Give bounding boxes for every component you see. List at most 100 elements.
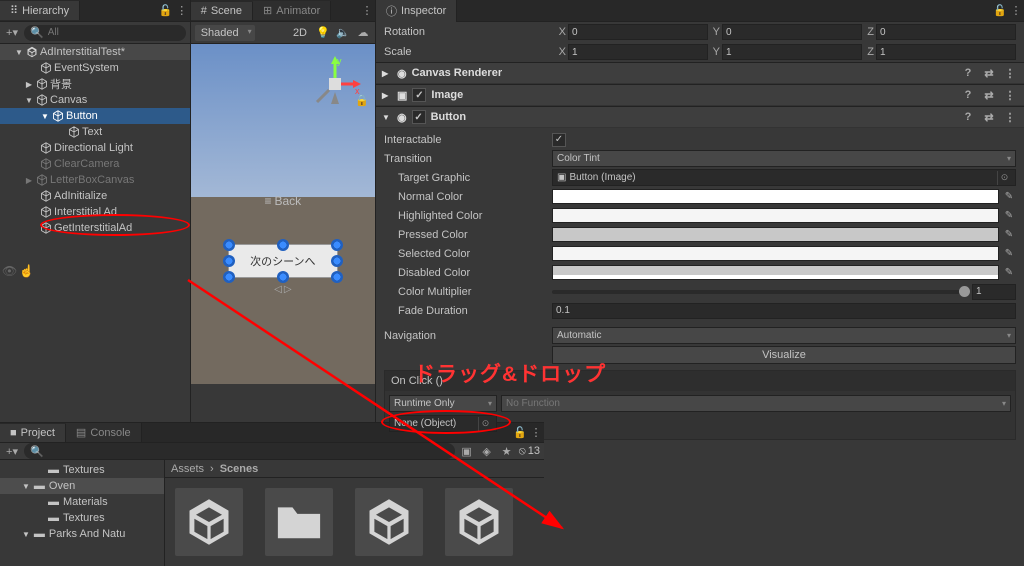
visibility-icon: ◉ — [397, 67, 407, 80]
context-menu-icon[interactable]: ⋮ — [1002, 87, 1018, 103]
button-header[interactable]: ▼◉ ✓ Button ? ⇄ ⋮ — [376, 106, 1024, 128]
pickability-icon[interactable]: ☝ — [19, 264, 34, 278]
preset-icon[interactable]: ⇄ — [981, 87, 997, 103]
normal-color-field[interactable] — [552, 189, 999, 204]
gameobject-icon — [40, 62, 52, 74]
help-icon[interactable]: ? — [960, 87, 976, 103]
favorite-icon[interactable]: ★ — [499, 443, 515, 459]
project-folder-tree[interactable]: ▬Textures ▼▬Oven ▬Materials ▬Textures ▼▬… — [0, 460, 165, 566]
image-header[interactable]: ▶▣ ✓ Image ? ⇄ ⋮ — [376, 84, 1024, 106]
transition-dropdown[interactable]: Color Tint — [552, 150, 1016, 167]
hierarchy-search-input[interactable] — [48, 27, 180, 38]
project-grid[interactable] — [165, 478, 544, 566]
filter-label-icon[interactable]: ◈ — [479, 443, 495, 459]
canvas-renderer-header[interactable]: ▶◉ Canvas Renderer ? ⇄ ⋮ — [376, 62, 1024, 84]
scene-toolbar: Shaded 2D 💡 🔈 ☁ — [191, 22, 375, 44]
context-menu-icon[interactable]: ⋮ — [174, 3, 190, 19]
add-icon[interactable]: +▾ — [4, 443, 20, 459]
multiplier-slider[interactable] — [552, 290, 965, 294]
project-search[interactable]: 🔍 — [24, 443, 455, 459]
folder-label: Parks And Natu — [49, 528, 125, 540]
context-menu-icon[interactable]: ⋮ — [1002, 109, 1018, 125]
navigation-dropdown[interactable]: Automatic — [552, 327, 1016, 344]
console-tab[interactable]: ▤Console — [66, 423, 142, 442]
event-object-field[interactable]: None (Object)⊙ — [389, 415, 497, 432]
scale-y-input[interactable] — [722, 44, 862, 60]
folder-label: Oven — [49, 480, 75, 492]
project-breadcrumb[interactable]: Assets› Scenes — [165, 460, 544, 478]
runtime-dropdown[interactable]: Runtime Only — [389, 395, 497, 412]
object-picker-icon[interactable]: ⊙ — [478, 417, 492, 431]
asset-item[interactable] — [445, 488, 513, 556]
asset-item[interactable] — [175, 488, 243, 556]
selected-button-rect[interactable]: 次のシーンへ — [228, 244, 338, 278]
hier-item-label: ClearCamera — [54, 158, 119, 170]
eyedropper-icon[interactable]: ✎ — [1002, 209, 1016, 223]
target-graphic-field[interactable]: ▣Button (Image)⊙ — [552, 169, 1016, 186]
scale-z-input[interactable] — [876, 44, 1016, 60]
lock-icon[interactable]: 🔓 — [992, 3, 1008, 19]
filter-type-icon[interactable]: ▣ — [459, 443, 475, 459]
scene-tabbar: #Scene ⊞Animator ⋮ — [191, 0, 375, 22]
2d-toggle[interactable]: 2D — [289, 27, 311, 39]
hierarchy-tab[interactable]: ⠿Hierarchy — [0, 1, 80, 20]
function-dropdown[interactable]: No Function — [501, 395, 1011, 412]
lock-icon[interactable]: 🔓 — [158, 3, 174, 19]
add-icon[interactable]: +▾ — [4, 25, 20, 41]
eyedropper-icon[interactable]: ✎ — [1002, 228, 1016, 242]
hier-item-label: GetInterstitialAd — [54, 222, 132, 234]
scene-tab[interactable]: #Scene — [191, 2, 253, 20]
highlighted-color-field[interactable] — [552, 208, 999, 223]
button-icon: ◉ — [397, 111, 407, 124]
eyedropper-icon[interactable]: ✎ — [1002, 247, 1016, 261]
disabled-color-label: Disabled Color — [384, 267, 552, 279]
hier-item-label: 背景 — [50, 76, 72, 92]
visibility-icon[interactable]: 👁 — [2, 264, 17, 278]
scale-x-input[interactable] — [568, 44, 708, 60]
shading-mode-dropdown[interactable]: Shaded — [195, 25, 255, 41]
help-icon[interactable]: ? — [960, 65, 976, 81]
disabled-color-field[interactable] — [552, 265, 999, 280]
eyedropper-icon[interactable]: ✎ — [1002, 190, 1016, 204]
rot-x-input[interactable] — [568, 24, 708, 40]
lighting-icon[interactable]: 💡 — [315, 25, 331, 41]
asset-item[interactable] — [265, 488, 333, 556]
context-menu-icon[interactable]: ⋮ — [1008, 3, 1024, 19]
object-picker-icon[interactable]: ⊙ — [997, 171, 1011, 185]
inspector-tab[interactable]: ⓘInspector — [376, 0, 457, 22]
gameobject-icon — [40, 206, 52, 218]
context-menu-icon[interactable]: ⋮ — [359, 3, 375, 19]
asset-item[interactable] — [355, 488, 423, 556]
rot-y-input[interactable] — [722, 24, 862, 40]
rot-z-input[interactable] — [876, 24, 1016, 40]
animator-tab[interactable]: ⊞Animator — [253, 1, 331, 20]
audio-icon[interactable]: 🔈 — [335, 25, 351, 41]
breadcrumb-item[interactable]: Assets — [171, 463, 204, 475]
fx-icon[interactable]: ☁ — [355, 25, 371, 41]
selected-color-field[interactable] — [552, 246, 999, 261]
hierarchy-search[interactable]: 🔍 — [24, 25, 186, 41]
scene-view[interactable]: y x 🔒 ≡Back 次のシーンへ — [191, 44, 375, 384]
onclick-event-list: On Click () Runtime Only No Function Non… — [384, 370, 1016, 440]
preset-icon[interactable]: ⇄ — [981, 109, 997, 125]
gameobject-icon — [40, 190, 52, 202]
help-icon[interactable]: ? — [960, 109, 976, 125]
eyedropper-icon[interactable]: ✎ — [1002, 266, 1016, 280]
visualize-button[interactable]: Visualize — [552, 346, 1016, 364]
image-enabled-checkbox[interactable]: ✓ — [412, 88, 426, 102]
gameobject-icon — [40, 142, 52, 154]
preset-icon[interactable]: ⇄ — [981, 65, 997, 81]
fade-input[interactable] — [552, 303, 1016, 319]
fade-label: Fade Duration — [384, 305, 552, 317]
hidden-count: ⦸13 — [519, 445, 540, 458]
breadcrumb-item[interactable]: Scenes — [220, 463, 259, 475]
button-enabled-checkbox[interactable]: ✓ — [412, 110, 426, 124]
project-tab[interactable]: ■Project — [0, 424, 66, 442]
multiplier-input[interactable] — [972, 284, 1016, 300]
onclick-header: On Click () — [385, 371, 1015, 391]
lock-icon[interactable]: 🔒 — [355, 94, 369, 107]
pressed-color-field[interactable] — [552, 227, 999, 242]
interactable-checkbox[interactable]: ✓ — [552, 133, 566, 147]
context-menu-icon[interactable]: ⋮ — [1002, 65, 1018, 81]
project-search-input[interactable] — [48, 446, 449, 457]
